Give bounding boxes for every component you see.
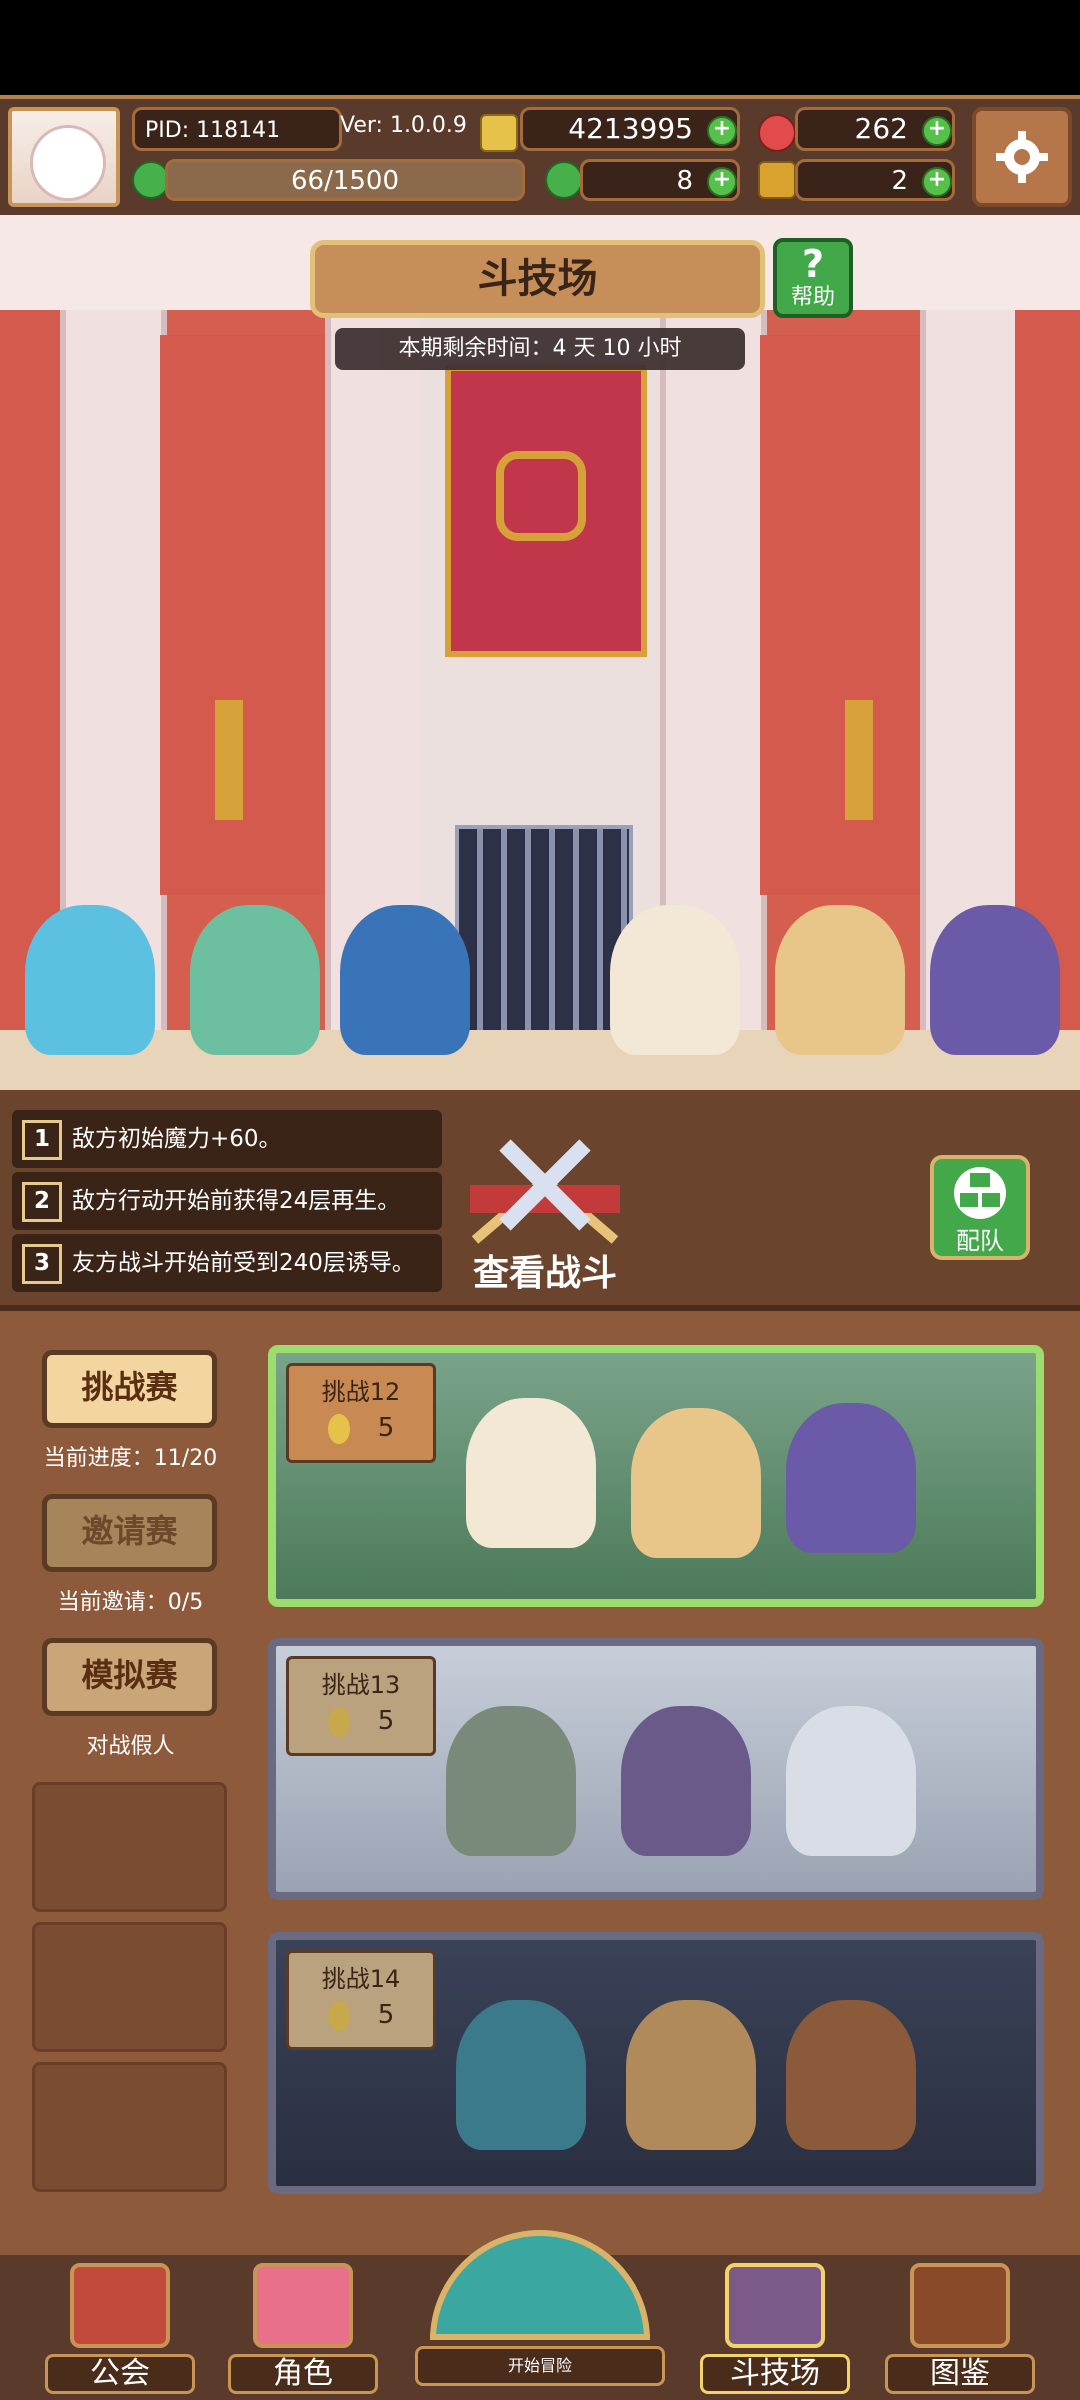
opponent-portrait [786, 2000, 916, 2150]
character-icon [253, 2263, 353, 2348]
opponent-portrait [621, 1706, 751, 1856]
challenge-cost: 5 [289, 1413, 433, 1444]
enemy-character-2 [190, 905, 320, 1055]
opponent-portrait [786, 1706, 916, 1856]
crossed-swords-icon [470, 1139, 620, 1244]
opponent-portrait [626, 2000, 756, 2150]
enemy-character-1 [25, 905, 155, 1055]
gear-icon [996, 131, 1048, 183]
challenge-title: 挑战14 [321, 1965, 401, 1993]
nav-guild[interactable]: 公会 [45, 2255, 195, 2400]
nav-guild-label: 公会 [45, 2354, 195, 2394]
settings-gear-button[interactable] [972, 107, 1072, 207]
challenge-card-13[interactable]: 挑战13 5 [268, 1638, 1044, 1900]
add-gem-button[interactable]: + [922, 116, 952, 146]
ally-character-1 [610, 905, 740, 1055]
question-icon: ? [801, 242, 825, 286]
enemy-character-3 [340, 905, 470, 1055]
view-battle-button[interactable]: 查看战斗 [445, 1130, 645, 1300]
simulation-subtitle: 对战假人 [86, 1734, 175, 1759]
challenge-cost: 5 [289, 1706, 433, 1737]
pid-text: PID: 118141 [145, 118, 281, 143]
start-adventure-label: 开始冒险 [415, 2346, 665, 2386]
opponent-portrait [446, 1706, 576, 1856]
challenge-title: 挑战12 [321, 1378, 401, 1406]
rule-number: 3 [22, 1243, 62, 1284]
opponent-portrait [631, 1408, 761, 1558]
opponent-portrait [466, 1398, 596, 1548]
clover-icon [545, 161, 583, 199]
stamina-value: 66/1500 [290, 166, 399, 196]
gold-coin-icon [480, 114, 518, 152]
rule-text: 敌方初始魔力+60。 [72, 1126, 282, 1152]
challenge-progress: 当前进度：11/20 [43, 1446, 218, 1471]
invitation-progress: 当前邀请：0/5 [57, 1590, 204, 1615]
rule-3: 3 友方战斗开始前受到240层诱导。 [12, 1234, 442, 1292]
rule-number: 1 [22, 1119, 62, 1160]
sword-emblem-right [845, 700, 873, 820]
season-timer: 本期剩余时间：4 天 10 小时 [335, 328, 745, 370]
key-icon [758, 161, 796, 199]
rule-number: 2 [22, 1181, 62, 1222]
ally-character-2 [775, 905, 905, 1055]
avatar-face [30, 125, 106, 201]
arena-banner [445, 365, 647, 657]
opponent-portrait [456, 2000, 586, 2150]
team-label: 配队 [956, 1227, 1004, 1255]
magnifier-map-icon [430, 2230, 650, 2340]
medal-icon [327, 2000, 350, 2031]
rule-text: 友方战斗开始前受到240层诱导。 [72, 1250, 415, 1276]
rule-text: 敌方行动开始前获得24层再生。 [72, 1188, 401, 1214]
team-setup-button[interactable]: 配队 [930, 1155, 1030, 1260]
red-panel-right [760, 335, 925, 895]
empty-slot [32, 2062, 227, 2192]
challenge-tag: 挑战13 5 [286, 1656, 436, 1756]
start-adventure-button[interactable]: 开始冒险 [410, 2230, 670, 2400]
view-battle-label: 查看战斗 [472, 1253, 617, 1294]
medal-icon [327, 1413, 350, 1444]
empty-slot [32, 1782, 227, 1912]
challenge-card-12[interactable]: 挑战12 5 [268, 1345, 1044, 1607]
version-text: Ver: 1.0.0.9 [340, 113, 467, 138]
challenge-title: 挑战13 [321, 1671, 401, 1699]
challenge-tag: 挑战14 5 [286, 1950, 436, 2050]
rule-2: 2 敌方行动开始前获得24层再生。 [12, 1172, 442, 1230]
challenge-card-14[interactable]: 挑战14 5 [268, 1932, 1044, 2194]
challenge-tag: 挑战12 5 [286, 1363, 436, 1463]
rule-1: 1 敌方初始魔力+60。 [12, 1110, 442, 1168]
add-key-button[interactable]: + [922, 167, 952, 197]
crossed-swords-icon [725, 2263, 825, 2348]
invitation-mode-button[interactable]: 邀请赛 [42, 1494, 217, 1572]
top-resource-bar: PID: 118141 Ver: 1.0.0.9 4213995 + 262 +… [0, 95, 1080, 223]
banner-emblem [496, 451, 586, 541]
team-icon [954, 1167, 1006, 1219]
nav-arena-label: 斗技场 [700, 2354, 850, 2394]
nav-codex[interactable]: 图鉴 [885, 2255, 1035, 2400]
codex-book-icon [910, 2263, 1010, 2348]
help-button[interactable]: ? 帮助 [773, 238, 853, 318]
arena-title: 斗技场 [310, 240, 765, 318]
nav-character[interactable]: 角色 [228, 2255, 378, 2400]
status-bar [0, 0, 1080, 95]
opponent-portrait [786, 1403, 916, 1553]
empty-slot [32, 1922, 227, 2052]
nav-arena[interactable]: 斗技场 [700, 2255, 850, 2400]
stamina-bar: 66/1500 [165, 159, 525, 201]
sword-emblem-left [215, 700, 243, 820]
simulation-mode-button[interactable]: 模拟赛 [42, 1638, 217, 1716]
pid-box: PID: 118141 [132, 107, 342, 151]
add-gold-button[interactable]: + [707, 116, 737, 146]
challenge-mode-button[interactable]: 挑战赛 [42, 1350, 217, 1428]
nav-codex-label: 图鉴 [885, 2354, 1035, 2394]
help-label: 帮助 [790, 285, 835, 310]
ally-character-3 [930, 905, 1060, 1055]
medal-icon [327, 1706, 350, 1737]
arena-floor [0, 1030, 1080, 1090]
player-avatar[interactable] [8, 107, 120, 207]
challenge-cost: 5 [289, 2000, 433, 2031]
red-gem-icon [758, 114, 796, 152]
guild-hall-icon [70, 2263, 170, 2348]
nav-character-label: 角色 [228, 2354, 378, 2394]
add-clover-button[interactable]: + [707, 167, 737, 197]
